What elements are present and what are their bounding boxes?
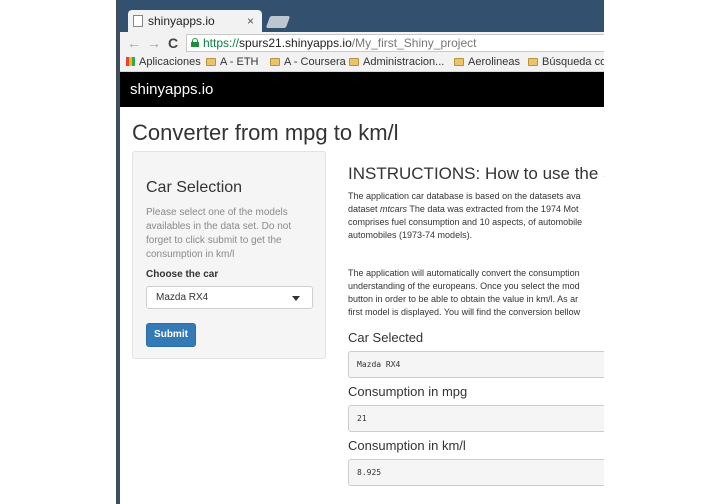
bookmark-folder[interactable]: Aerolineas xyxy=(454,55,520,70)
bookmark-folder[interactable]: Búsqueda coc xyxy=(528,55,604,70)
forward-arrow-icon[interactable]: → xyxy=(147,34,161,52)
instructions-paragraph: The application car database is based on… xyxy=(348,191,583,240)
new-tab-button[interactable] xyxy=(265,16,291,28)
folder-icon xyxy=(206,58,216,66)
browser-window: shinyapps.io × ← → C https://spurs21.shi… xyxy=(120,0,604,504)
instructions-paragraph: The application will automatically conve… xyxy=(348,268,581,317)
sidebar-title: Car Selection xyxy=(146,179,243,196)
mpg-label: Consumption in mpg xyxy=(348,384,468,399)
folder-icon xyxy=(270,58,280,66)
bookmark-folder[interactable]: Administracion... xyxy=(349,55,444,70)
kml-label: Consumption in km/l xyxy=(348,438,466,453)
mpg-output: 21 xyxy=(348,405,604,432)
tab-strip: shinyapps.io × xyxy=(120,0,604,32)
help-text: Please select one of the models availabl… xyxy=(146,207,292,260)
address-bar[interactable]: https://spurs21.shinyapps.io/My_first_Sh… xyxy=(186,34,604,52)
folder-icon xyxy=(349,58,359,66)
reload-icon[interactable]: C xyxy=(168,34,178,52)
browser-toolbar: ← → C https://spurs21.shinyapps.io/My_fi… xyxy=(120,32,604,54)
apps-grid-icon xyxy=(126,57,135,66)
instructions-heading: INSTRUCTIONS: How to use the a xyxy=(348,164,604,183)
bookmark-folder[interactable]: A - Coursera xyxy=(270,55,346,70)
bookmark-apps[interactable]: Aplicaciones xyxy=(126,55,201,70)
lock-icon xyxy=(191,38,199,47)
page-title: Converter from mpg to km/l xyxy=(132,120,399,145)
kml-output: 8.925 xyxy=(348,459,604,486)
car-selected-output: Mazda RX4 xyxy=(348,351,604,378)
bookmark-folder[interactable]: A - ETH xyxy=(206,55,259,70)
car-select-label: Choose the car xyxy=(146,269,219,280)
folder-icon xyxy=(528,58,538,66)
submit-button[interactable]: Submit xyxy=(146,323,196,347)
dataset-name: mtcars xyxy=(380,204,408,214)
caret-down-icon xyxy=(292,296,300,301)
folder-icon xyxy=(454,58,464,66)
car-selected-label: Car Selected xyxy=(348,330,424,345)
url-text: https://spurs21.shinyapps.io/My_first_Sh… xyxy=(203,36,477,50)
car-select-value: Mazda RX4 xyxy=(156,292,209,303)
brand-label[interactable]: shinyapps.io xyxy=(130,81,213,98)
car-select[interactable]: Mazda RX4 xyxy=(146,286,313,309)
back-arrow-icon[interactable]: ← xyxy=(127,34,141,52)
sidebar-panel: Car Selection Please select one of the m… xyxy=(132,151,326,359)
tab-title: shinyapps.io xyxy=(148,14,215,28)
main-panel: INSTRUCTIONS: How to use the a The appli… xyxy=(348,160,604,504)
browser-tab[interactable]: shinyapps.io × xyxy=(128,10,262,32)
close-tab-icon[interactable]: × xyxy=(247,10,254,32)
app-navbar: shinyapps.io xyxy=(120,72,604,107)
page-favicon-icon xyxy=(133,15,143,27)
bookmarks-bar: Aplicaciones A - ETH A - Coursera Admini… xyxy=(120,54,604,72)
